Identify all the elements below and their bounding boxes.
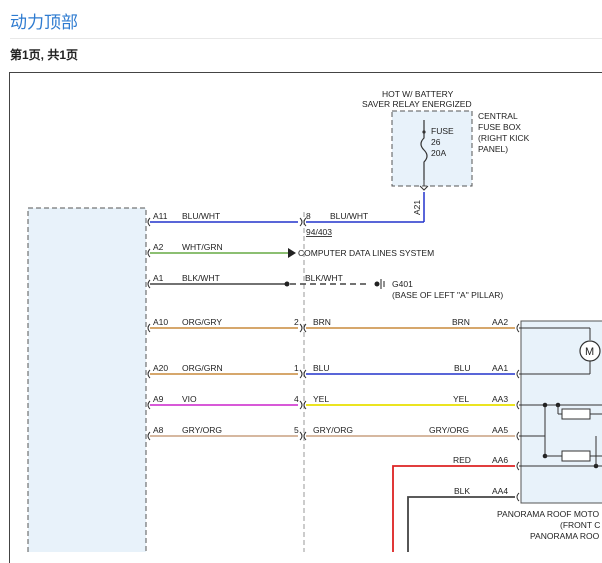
pin-aa5: AA5 [492, 425, 508, 435]
fuse-label-3: 20A [431, 148, 446, 158]
pin-aa6: AA6 [492, 455, 508, 465]
pin-a11: A11 [153, 211, 168, 221]
color-a8-end: GRY/ORG [429, 425, 469, 435]
pin-a10-mid: 2 [294, 317, 299, 327]
wiring-diagram-canvas: HOT W/ BATTERY SAVER RELAY ENERGIZED CEN… [27, 89, 602, 552]
pin-a8: A8 [153, 425, 164, 435]
color-a1: BLK/WHT [182, 273, 220, 283]
color-a20: ORG/GRN [182, 363, 223, 373]
pin-c8: 8 [306, 211, 311, 221]
wire-aa4-blk [407, 496, 515, 552]
pin-a10: A10 [153, 317, 168, 327]
pin-a1: A1 [153, 273, 164, 283]
pin-a2: A2 [153, 242, 164, 252]
pin-aa4: AA4 [492, 486, 508, 496]
pin-aa1: AA1 [492, 363, 508, 373]
color-a10: ORG/GRY [182, 317, 222, 327]
color-a9-mid: YEL [313, 394, 329, 404]
arrow-right [288, 248, 296, 258]
module-box [27, 207, 147, 552]
pin-a9: A9 [153, 394, 164, 404]
pin-a20: A20 [153, 363, 168, 373]
color-a9-end: YEL [453, 394, 469, 404]
ground-label: G401 [392, 279, 413, 289]
color-a8: GRY/ORG [182, 425, 222, 435]
color-a11: BLU/WHT [182, 211, 220, 221]
color-red: RED [453, 455, 471, 465]
dest-a2: COMPUTER DATA LINES SYSTEM [298, 248, 434, 258]
color-a10-end: BRN [452, 317, 470, 327]
color-a10-mid: BRN [313, 317, 331, 327]
color-a2: WHT/GRN [182, 242, 223, 252]
color-a1-2: BLK/WHT [305, 273, 343, 283]
color-a9: VIO [182, 394, 197, 404]
fuse-label-2: 26 [431, 137, 441, 147]
motor-label-1: PANORAMA ROOF MOTO [497, 509, 600, 519]
fuse-box-label-3: (RIGHT KICK [478, 133, 530, 143]
pin-a8-mid: 5 [294, 425, 299, 435]
fuse-box-label-1: CENTRAL [478, 111, 518, 121]
fuse-label-1: FUSE [431, 126, 454, 136]
motor-m-label: M [585, 346, 594, 358]
color-blk: BLK [454, 486, 470, 496]
pin-a9-mid: 4 [294, 394, 299, 404]
pin-a20-mid: 1 [294, 363, 299, 373]
fuse-box-label-2: FUSE BOX [478, 122, 521, 132]
hot-label-1: HOT W/ BATTERY [382, 89, 454, 99]
motor-label-2: (FRONT C [560, 520, 600, 530]
sensor-resistor-2 [561, 450, 591, 462]
color-c8: BLU/WHT [330, 211, 368, 221]
motor-label-3: PANORAMA ROO [530, 531, 600, 541]
pin-aa2: AA2 [492, 317, 508, 327]
sensor-resistor-1 [561, 408, 591, 420]
hot-label-2: SAVER RELAY ENERGIZED [362, 99, 472, 109]
pin-aa3: AA3 [492, 394, 508, 404]
color-a20-end: BLU [454, 363, 471, 373]
ref-c8: 94/403 [306, 227, 332, 237]
color-a20-mid: BLU [313, 363, 330, 373]
fuse-pin: A21 [412, 200, 422, 215]
ground-location: (BASE OF LEFT "A" PILLAR) [392, 290, 503, 300]
color-a8-mid: GRY/ORG [313, 425, 353, 435]
fuse-box-label-4: PANEL) [478, 144, 508, 154]
